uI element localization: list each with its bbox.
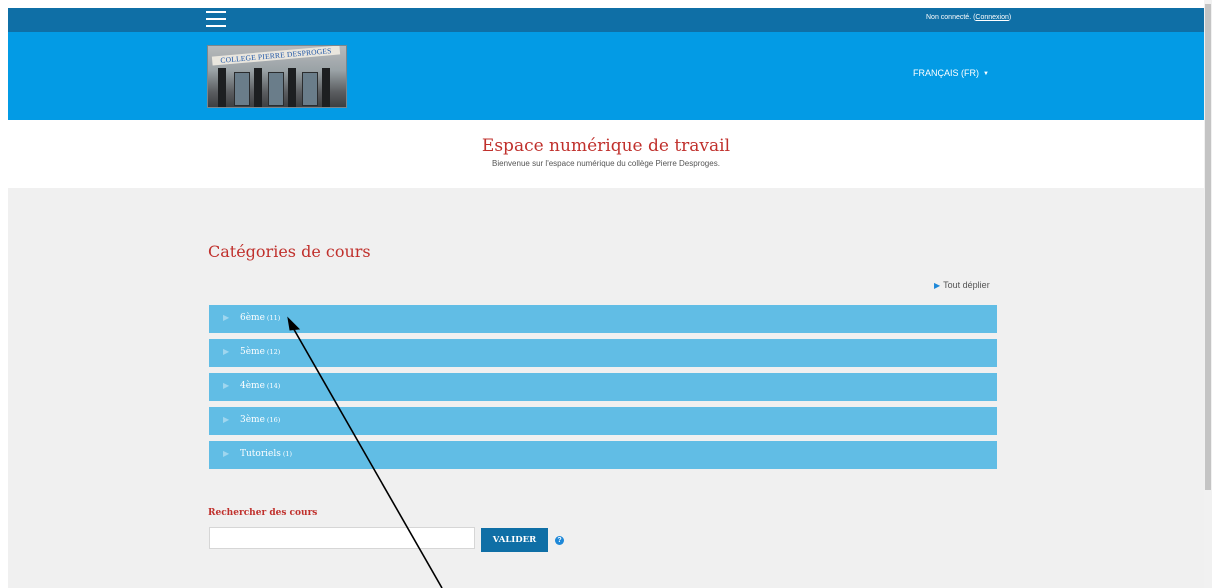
search-courses-label: Rechercher des cours — [208, 508, 318, 518]
category-item[interactable]: ▶ 6ème (11) — [209, 305, 997, 333]
language-selector[interactable]: FRANÇAIS (FR) ▼ — [913, 68, 989, 78]
expand-all-label: Tout déplier — [943, 280, 990, 290]
triangle-right-icon: ▶ — [223, 449, 230, 458]
login-prefix: Non connecté. ( — [926, 14, 976, 21]
triangle-right-icon: ▶ — [223, 381, 230, 390]
site-header: COLLEGE PIERRE DESPROGES FRANÇAIS (FR) ▼ — [8, 32, 1204, 120]
search-submit-button[interactable]: VALIDER — [481, 528, 548, 552]
site-title: Espace numérique de travail — [481, 136, 731, 156]
category-count: (16) — [266, 416, 281, 424]
login-link[interactable]: Connexion — [975, 14, 1008, 21]
language-label: FRANÇAIS (FR) — [913, 68, 979, 78]
hamburger-icon[interactable] — [206, 11, 226, 28]
triangle-right-icon: ▶ — [223, 347, 230, 356]
triangle-right-icon: ▶ — [934, 281, 941, 290]
expand-all-link[interactable]: ▶ Tout déplier — [934, 280, 990, 290]
triangle-right-icon: ▶ — [223, 415, 230, 424]
category-name: 3ème (16) — [240, 415, 281, 425]
school-logo[interactable]: COLLEGE PIERRE DESPROGES — [207, 45, 347, 108]
category-item[interactable]: ▶ Tutoriels (1) — [209, 441, 997, 469]
category-count: (12) — [266, 348, 281, 356]
site-subtitle: Bienvenue sur l'espace numérique du coll… — [492, 159, 720, 168]
question-circle-icon[interactable]: ? — [555, 536, 564, 545]
category-count: (1) — [282, 450, 293, 458]
caret-down-icon: ▼ — [983, 71, 989, 77]
category-name: 6ème (11) — [240, 313, 281, 323]
page-header: Espace numérique de travail Bienvenue su… — [8, 120, 1204, 188]
category-item[interactable]: ▶ 4ème (14) — [209, 373, 997, 401]
category-count: (14) — [266, 382, 281, 390]
main-content: Catégories de cours ▶ Tout déplier ▶ 6ème… — [8, 188, 1204, 588]
categories-title: Catégories de cours — [208, 242, 371, 261]
top-navbar: Non connecté. (Connexion) — [8, 8, 1204, 32]
category-name: Tutoriels (1) — [240, 449, 293, 459]
category-item[interactable]: ▶ 3ème (16) — [209, 407, 997, 435]
scrollbar-thumb[interactable] — [1205, 4, 1211, 490]
logo-sign-text: COLLEGE PIERRE DESPROGES — [211, 46, 341, 66]
search-courses-input[interactable] — [209, 527, 475, 549]
app-window: Non connecté. (Connexion) COLLEGE PIERRE… — [0, 0, 1212, 588]
category-item[interactable]: ▶ 5ème (12) — [209, 339, 997, 367]
vertical-scrollbar[interactable] — [1204, 0, 1212, 588]
category-count: (11) — [266, 314, 281, 322]
login-status: Non connecté. (Connexion) — [926, 14, 1011, 21]
category-name: 5ème (12) — [240, 347, 281, 357]
category-name: 4ème (14) — [240, 381, 281, 391]
category-list: ▶ 6ème (11) ▶ 5ème (12) ▶ 4ème (14) ▶ 3ème(… — [209, 305, 997, 475]
triangle-right-icon: ▶ — [223, 313, 230, 322]
login-suffix: ) — [1008, 14, 1012, 21]
